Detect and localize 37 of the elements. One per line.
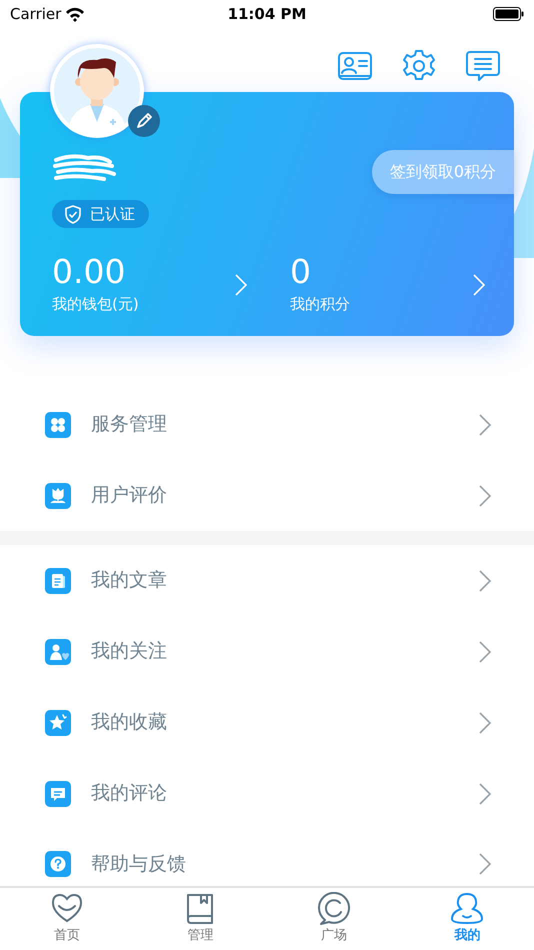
- stat-label: 我的钱包(元): [52, 294, 140, 316]
- apps-icon: [45, 412, 71, 438]
- wifi-icon: [65, 6, 86, 22]
- tab[interactable]: 广场: [267, 888, 400, 950]
- chevron-icon: [478, 782, 492, 806]
- redaction-scribble: [52, 152, 116, 184]
- avatar[interactable]: [50, 44, 144, 138]
- verified-label: 已认证: [90, 204, 135, 225]
- settings-icon[interactable]: [402, 49, 436, 83]
- chevron-icon: [478, 484, 492, 508]
- comment-icon: [45, 780, 71, 806]
- tab[interactable]: 管理: [134, 888, 267, 950]
- tab[interactable]: 首页: [0, 888, 134, 950]
- chevron-icon[interactable]: [472, 273, 486, 298]
- chevron-icon: [478, 852, 492, 876]
- chevron-icon: [478, 640, 492, 664]
- clock: 11:04 PM: [228, 4, 306, 25]
- chat-icon: [316, 892, 351, 926]
- stat-value: 0: [290, 254, 312, 290]
- id-card-icon[interactable]: [338, 49, 372, 83]
- chevron-icon: [478, 710, 492, 734]
- help-icon: [45, 851, 71, 877]
- chevron-icon: [478, 412, 492, 436]
- flower-icon: [45, 482, 71, 508]
- message-icon[interactable]: [466, 49, 500, 83]
- shield-check-icon: [64, 204, 82, 224]
- tab[interactable]: 我的: [400, 888, 534, 950]
- chevron-icon[interactable]: [234, 273, 248, 298]
- pencil-icon: [134, 111, 154, 131]
- document-icon: [45, 568, 71, 594]
- battery-icon: [493, 7, 524, 21]
- stat-value: 0.00: [52, 254, 126, 290]
- person-icon: [450, 892, 484, 926]
- stat-label: 我的积分: [290, 294, 351, 316]
- edit-button[interactable]: [128, 105, 160, 137]
- carrier-label: Carrier: [10, 4, 62, 25]
- chevron-icon: [478, 568, 492, 592]
